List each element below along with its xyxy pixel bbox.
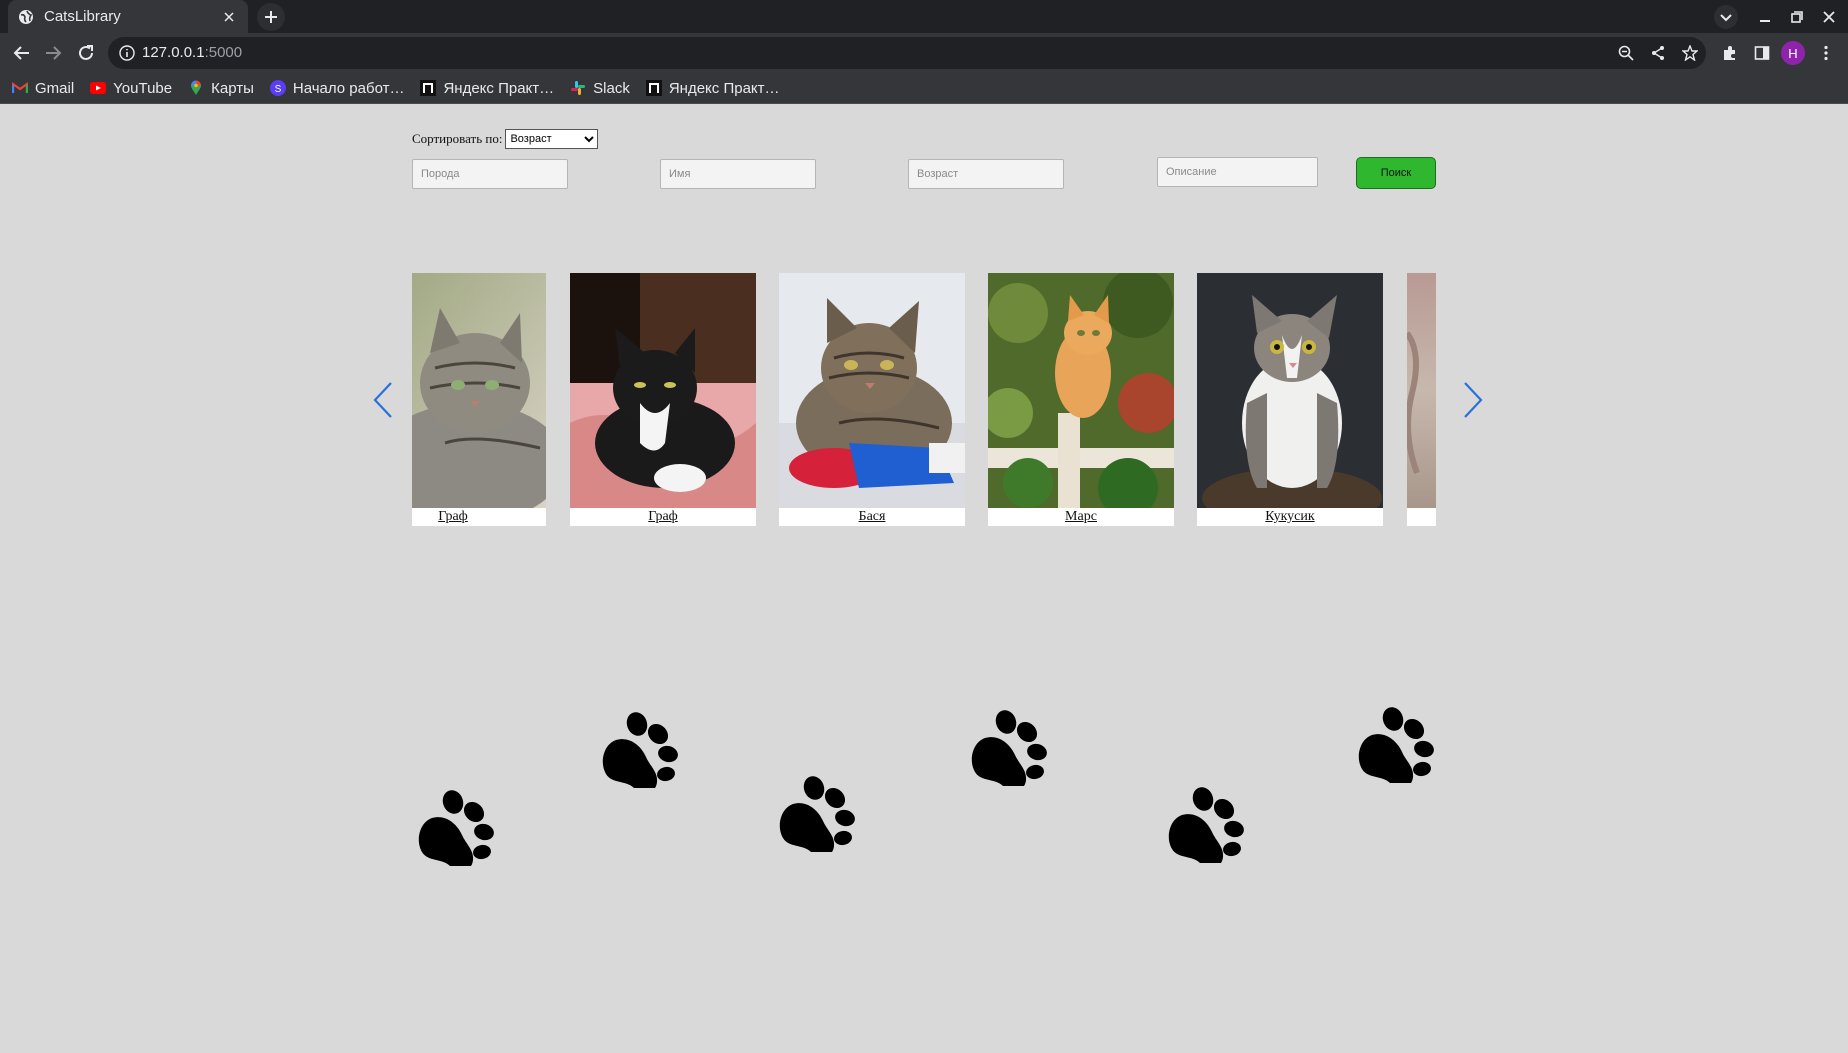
paw-print-icon (1168, 784, 1246, 863)
cat-carousel: Граф Граф Бася Марс Кукусик (412, 273, 1436, 526)
sort-select[interactable]: Возраст (505, 129, 599, 149)
cat-photo[interactable] (1407, 273, 1436, 508)
cat-photo[interactable] (412, 273, 546, 508)
cat-photo[interactable] (988, 273, 1174, 508)
cat-photo[interactable] (1197, 273, 1383, 508)
bookmark-label: Slack (593, 79, 630, 97)
paw-print-icon (779, 773, 857, 852)
sort-label: Сортировать по: (412, 131, 503, 146)
cat-card[interactable]: Граф (412, 273, 546, 526)
share-icon[interactable] (1648, 43, 1668, 63)
globe-icon (18, 9, 34, 25)
cat-card[interactable]: Марс (988, 273, 1174, 526)
address-bar[interactable]: 127.0.0.1:5000 (108, 37, 1706, 69)
description-input[interactable] (1157, 157, 1318, 187)
side-panel-icon[interactable] (1749, 40, 1775, 66)
name-input[interactable] (660, 159, 816, 189)
back-arrow-icon[interactable] (9, 40, 35, 66)
paw-print-icon (602, 709, 680, 788)
bookmark-label: Карты (211, 79, 254, 97)
cat-card[interactable]: Бася (779, 273, 965, 526)
paw-print-icon (1358, 704, 1436, 783)
site-info-icon[interactable] (118, 44, 136, 62)
browser-tab[interactable]: CatsLibrary (8, 0, 248, 33)
new-tab-button[interactable] (257, 3, 285, 31)
carousel-prev-arrow-icon[interactable] (371, 380, 395, 420)
url-port: :5000 (204, 44, 243, 61)
tab-search-button[interactable] (1713, 4, 1739, 30)
cat-photo[interactable] (779, 273, 965, 508)
gmail-icon (12, 80, 28, 96)
bookmark-label: Яндекс Практ… (668, 79, 780, 97)
maps-icon (188, 80, 204, 96)
sort-control: Сортировать по: Возраст (412, 129, 599, 149)
cat-card[interactable]: Граф (570, 273, 756, 526)
bookmark-maps[interactable]: Карты (188, 75, 254, 101)
bookmarks-bar: Gmail YouTube Карты S Начало работ… Янде… (0, 73, 1848, 104)
paw-print-icon (418, 787, 496, 866)
bookmark-start[interactable]: S Начало работ… (269, 75, 405, 101)
browser-toolbar: 127.0.0.1:5000 H (0, 33, 1848, 73)
bookmark-star-icon[interactable] (1680, 43, 1700, 63)
zoom-icon[interactable] (1616, 43, 1636, 63)
browser-tab-strip: CatsLibrary (0, 0, 1848, 33)
cat-card[interactable]: Кукусик (1197, 273, 1383, 526)
carousel-next-arrow-icon[interactable] (1461, 380, 1485, 420)
minimize-icon[interactable] (1752, 4, 1778, 30)
svg-text:S: S (275, 84, 282, 95)
cat-card[interactable] (1407, 273, 1436, 526)
cat-name-link[interactable]: Бася (779, 509, 965, 525)
bookmark-yandex-practicum[interactable]: Яндекс Практ… (420, 75, 554, 101)
yandex-practicum-icon (645, 80, 662, 96)
bookmark-yandex-practicum[interactable]: Яндекс Практ… (645, 75, 780, 101)
url-host: 127.0.0.1 (142, 44, 205, 61)
s-app-icon: S (269, 80, 286, 96)
forward-arrow-icon[interactable] (40, 40, 66, 66)
reload-icon[interactable] (73, 40, 99, 66)
extensions-puzzle-icon[interactable] (1717, 40, 1743, 66)
yandex-practicum-icon (420, 80, 437, 96)
close-window-icon[interactable] (1816, 4, 1842, 30)
youtube-icon (90, 80, 107, 96)
age-input[interactable] (908, 159, 1064, 189)
url-text: 127.0.0.1:5000 (142, 44, 242, 61)
bookmark-label: Яндекс Практ… (443, 79, 555, 97)
bookmark-slack[interactable]: Slack (570, 75, 630, 101)
cat-name-link[interactable]: Кукусик (1197, 509, 1383, 525)
search-button[interactable]: Поиск (1356, 157, 1436, 189)
breed-input[interactable] (412, 159, 568, 189)
cat-name-link[interactable]: Граф (570, 509, 756, 525)
tab-title: CatsLibrary (44, 8, 121, 25)
restore-icon[interactable] (1784, 4, 1810, 30)
bookmark-gmail[interactable]: Gmail (12, 75, 74, 101)
bookmark-youtube[interactable]: YouTube (90, 75, 172, 101)
profile-avatar[interactable]: H (1781, 41, 1805, 65)
cat-name-link[interactable]: Граф (412, 509, 546, 525)
chrome-menu-icon[interactable] (1813, 40, 1839, 66)
bookmark-label: YouTube (113, 79, 173, 97)
close-tab-icon[interactable] (220, 8, 238, 26)
bookmark-label: Начало работ… (292, 79, 405, 97)
paw-print-icon (971, 707, 1049, 786)
cat-name-link[interactable]: Марс (988, 509, 1174, 525)
cat-photo[interactable] (570, 273, 756, 508)
bookmark-label: Gmail (35, 79, 75, 97)
slack-icon (570, 80, 586, 96)
